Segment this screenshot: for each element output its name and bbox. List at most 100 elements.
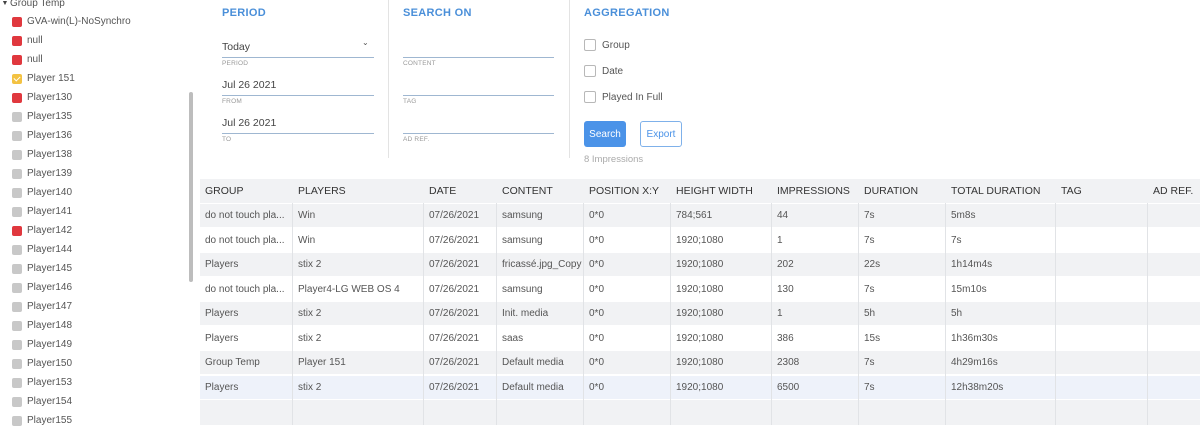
table-cell: 0*0 bbox=[589, 308, 605, 319]
column-header[interactable]: DURATION bbox=[864, 179, 918, 203]
table-row[interactable]: Players stix 2 07/26/2021 Init. media 0*0 192… bbox=[200, 301, 1200, 325]
table-cell bbox=[1148, 302, 1200, 326]
table-cell: stix 2 bbox=[298, 381, 322, 393]
table-cell: 1 bbox=[777, 234, 783, 246]
table-row[interactable]: do not touch pla... Win 07/26/2021 samsung 0… bbox=[200, 203, 1200, 227]
column-divider bbox=[292, 203, 293, 425]
period-select-value[interactable]: Today bbox=[222, 41, 250, 53]
table-row[interactable]: Players stix 2 07/26/2021 fricassé.jpg_Copy… bbox=[200, 252, 1200, 276]
table-cell: 0*0 bbox=[589, 234, 605, 246]
played-in-full-checkbox[interactable] bbox=[584, 91, 596, 103]
to-date-underline bbox=[222, 133, 374, 134]
table-cell bbox=[1056, 376, 1148, 400]
date-checkbox[interactable] bbox=[584, 65, 596, 77]
tree-item-label: Player141 bbox=[27, 206, 73, 217]
tree-item-player[interactable]: Player130 bbox=[12, 88, 72, 107]
to-label: TO bbox=[222, 136, 232, 143]
tree-item-player[interactable]: Player136 bbox=[12, 126, 72, 145]
table-cell: 7s bbox=[864, 234, 875, 246]
table-cell: fricassé.jpg_Copy bbox=[502, 259, 582, 270]
tree-item-label: Player140 bbox=[27, 187, 73, 198]
table-cell: do not touch pla... bbox=[205, 234, 285, 246]
column-header[interactable]: CONTENT bbox=[502, 179, 553, 203]
tree-item-player[interactable]: Player154 bbox=[12, 392, 72, 411]
tree-item-player[interactable]: Player139 bbox=[12, 164, 72, 183]
checkbox-label: Group bbox=[602, 39, 630, 51]
table-row[interactable]: Group Temp Player 151 07/26/2021 Default me… bbox=[200, 350, 1200, 374]
content-label: CONTENT bbox=[403, 60, 436, 67]
impressions-count: 8 Impressions bbox=[584, 154, 644, 165]
tree-item-player[interactable]: Player138 bbox=[12, 145, 72, 164]
table-row[interactable]: do not touch pla... Win 07/26/2021 samsung 0… bbox=[200, 227, 1200, 252]
table-row[interactable]: Players stix 2 07/26/2021 Default media 0*0 1… bbox=[200, 374, 1200, 400]
tree-item-player[interactable]: Player150 bbox=[12, 354, 72, 373]
column-header[interactable]: POSITION X:Y bbox=[589, 179, 659, 203]
player-tree: ▼ Group Temp GVA-win(L)-NoSynchro null nul… bbox=[0, 0, 190, 428]
search-button[interactable]: Search bbox=[584, 121, 626, 147]
aggregation-option-group[interactable]: Group bbox=[584, 39, 630, 51]
tree-item-player[interactable]: Player 151 bbox=[12, 69, 75, 88]
column-header[interactable]: IMPRESSIONS bbox=[777, 179, 850, 203]
table-cell: do not touch pla... bbox=[205, 210, 285, 221]
tree-item-label: Player148 bbox=[27, 320, 73, 331]
tree-item-player[interactable]: Player140 bbox=[12, 183, 72, 202]
tree-item-player[interactable]: Player145 bbox=[12, 259, 72, 278]
group-checkbox[interactable] bbox=[584, 39, 596, 51]
column-header[interactable]: TOTAL DURATION bbox=[951, 179, 1040, 203]
tree-item-player[interactable]: Player153 bbox=[12, 373, 72, 392]
column-header[interactable]: DATE bbox=[429, 179, 456, 203]
tree-item-player[interactable]: null bbox=[12, 31, 43, 50]
export-button[interactable]: Export bbox=[640, 121, 682, 147]
tree-item-player[interactable]: Player147 bbox=[12, 297, 72, 316]
column-header[interactable]: GROUP bbox=[205, 179, 244, 203]
table-cell: saas bbox=[502, 332, 524, 344]
from-date-field[interactable]: Jul 26 2021 bbox=[222, 79, 276, 91]
table-cell: 0*0 bbox=[589, 259, 605, 270]
tree-item-player[interactable]: GVA-win(L)-NoSynchro bbox=[12, 12, 131, 31]
table-cell: Players bbox=[205, 332, 239, 344]
column-header[interactable]: HEIGHT WIDTH bbox=[676, 179, 753, 203]
tree-item-player[interactable]: Player141 bbox=[12, 202, 72, 221]
tag-label: TAG bbox=[403, 98, 417, 105]
tree-item-player[interactable]: Player144 bbox=[12, 240, 72, 259]
table-cell bbox=[1148, 253, 1200, 277]
tree-item-player[interactable]: Player135 bbox=[12, 107, 72, 126]
to-date-field[interactable]: Jul 26 2021 bbox=[222, 117, 276, 129]
table-cell: 1920;1080 bbox=[676, 283, 724, 295]
column-divider bbox=[1055, 203, 1056, 425]
aggregation-option-date[interactable]: Date bbox=[584, 65, 623, 77]
tree-item-player[interactable]: Player149 bbox=[12, 335, 72, 354]
tree-item-player[interactable]: Player155 bbox=[12, 411, 72, 428]
table-cell: samsung bbox=[502, 210, 543, 221]
table-row-empty bbox=[200, 399, 1200, 425]
sidebar-scrollbar[interactable] bbox=[189, 92, 193, 282]
tree-item-player[interactable]: Player148 bbox=[12, 316, 72, 335]
chevron-down-icon[interactable]: ⌄ bbox=[362, 38, 369, 47]
table-cell: 386 bbox=[777, 332, 794, 344]
tree-group-header[interactable]: ▼ Group Temp bbox=[0, 0, 65, 10]
column-header[interactable]: PLAYERS bbox=[298, 179, 346, 203]
table-row[interactable]: Players stix 2 07/26/2021 saas 0*0 1920;1080 3… bbox=[200, 325, 1200, 350]
caret-down-icon[interactable]: ▼ bbox=[0, 0, 10, 7]
status-square-icon bbox=[12, 111, 22, 122]
table-cell bbox=[1056, 253, 1148, 277]
divider bbox=[569, 0, 570, 158]
aggregation-option-played-in-full[interactable]: Played In Full bbox=[584, 91, 663, 103]
status-square-icon bbox=[12, 206, 22, 217]
tree-item-player[interactable]: Player146 bbox=[12, 278, 72, 297]
status-square-icon bbox=[12, 358, 22, 369]
table-cell: 0*0 bbox=[589, 381, 605, 393]
column-divider bbox=[583, 203, 584, 425]
table-cell: 07/26/2021 bbox=[429, 381, 480, 393]
table-cell bbox=[1056, 302, 1148, 326]
column-divider bbox=[496, 203, 497, 425]
table-row[interactable]: do not touch pla... Player4-LG WEB OS 4 07… bbox=[200, 276, 1200, 301]
status-square-icon bbox=[12, 149, 22, 160]
column-header[interactable]: AD REF. bbox=[1153, 179, 1193, 203]
tree-item-player[interactable]: Player142 bbox=[12, 221, 72, 240]
column-header[interactable]: TAG bbox=[1061, 179, 1082, 203]
table-cell bbox=[1056, 204, 1148, 228]
status-square-icon bbox=[12, 282, 22, 293]
table-cell: Win bbox=[298, 210, 316, 221]
tree-item-player[interactable]: null bbox=[12, 50, 43, 69]
